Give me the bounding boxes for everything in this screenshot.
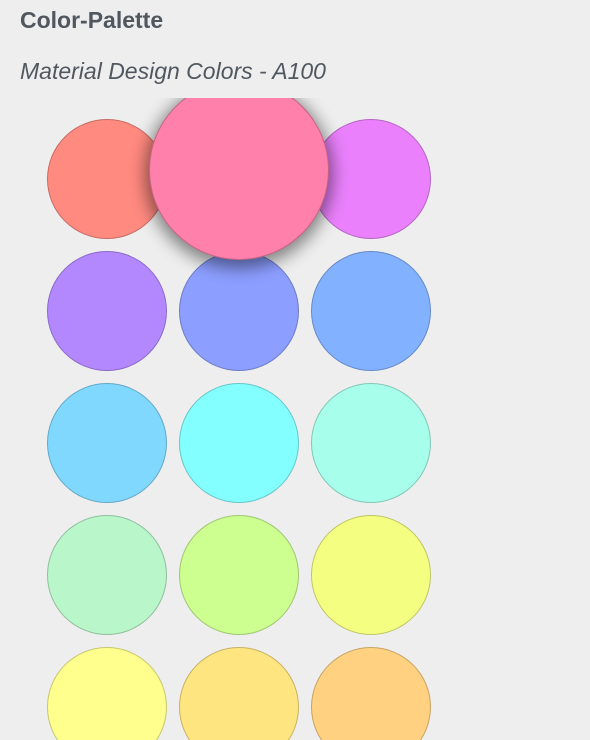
color-swatch-light-green-a100[interactable] xyxy=(179,515,299,635)
color-swatch-green-a100[interactable] xyxy=(47,515,167,635)
palette-subtitle: Material Design Colors - A100 xyxy=(20,58,326,84)
page-title: Color-Palette xyxy=(20,7,164,33)
color-swatch-orange-a100[interactable] xyxy=(311,647,431,740)
color-swatch-teal-a100[interactable] xyxy=(311,383,431,503)
color-swatch-amber-a100[interactable] xyxy=(179,647,299,740)
color-swatch-cyan-a100[interactable] xyxy=(179,383,299,503)
color-swatch-indigo-a100[interactable] xyxy=(179,251,299,371)
color-swatch-deep-purple-a100[interactable] xyxy=(47,251,167,371)
color-swatch-blue-a100[interactable] xyxy=(311,251,431,371)
color-swatch-light-blue-a100[interactable] xyxy=(47,383,167,503)
color-swatch-lime-a100[interactable] xyxy=(311,515,431,635)
color-swatch-yellow-a100[interactable] xyxy=(47,647,167,740)
color-swatch-purple-a100[interactable] xyxy=(311,119,431,239)
color-swatch-pink-a100[interactable] xyxy=(149,98,329,260)
color-palette xyxy=(0,98,590,740)
